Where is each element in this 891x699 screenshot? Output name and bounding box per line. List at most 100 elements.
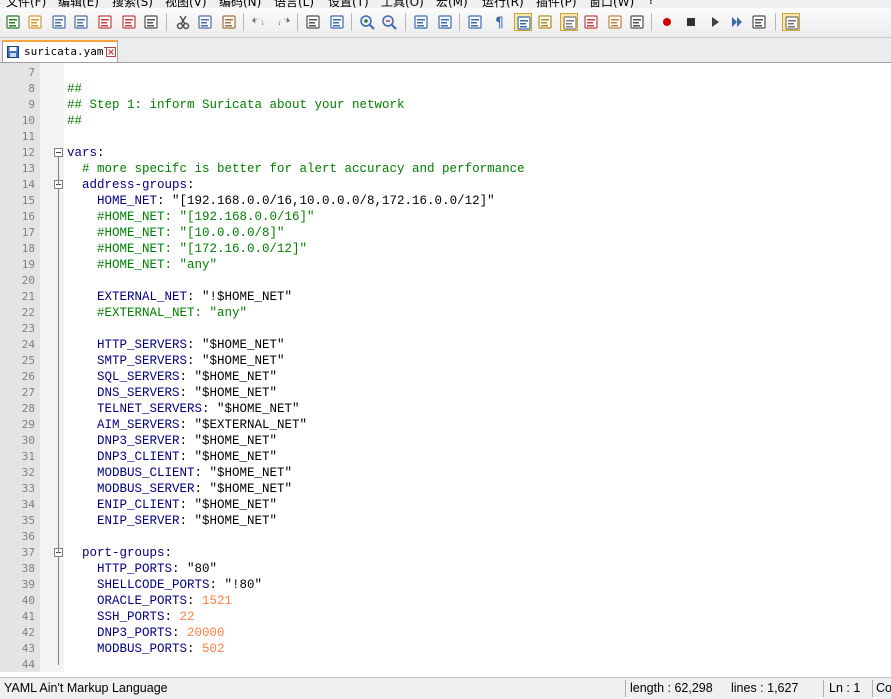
code-token: : "$HOME_NET" [179, 450, 278, 464]
close-all-icon[interactable] [120, 13, 138, 31]
code-line[interactable]: 22 #EXTERNAL_NET: "any" [0, 305, 891, 321]
function-list-icon[interactable] [582, 13, 600, 31]
code-line[interactable]: 29 AIM_SERVERS: "$EXTERNAL_NET" [0, 417, 891, 433]
code-token: ## Step 1: inform Suricata about your ne… [67, 98, 405, 112]
code-line[interactable]: 43 MODBUS_PORTS: 502 [0, 641, 891, 657]
line-code: port-groups: [67, 545, 172, 561]
code-line[interactable]: 34 ENIP_CLIENT: "$HOME_NET" [0, 497, 891, 513]
replace-icon[interactable] [328, 13, 346, 31]
code-line[interactable]: 33 MODBUS_SERVER: "$HOME_NET" [0, 481, 891, 497]
code-line[interactable]: 16 #HOME_NET: "[192.168.0.0/16]" [0, 209, 891, 225]
code-token: #HOME_NET: "[10.0.0.0/8]" [67, 226, 285, 240]
code-line[interactable]: 28 TELNET_SERVERS: "$HOME_NET" [0, 401, 891, 417]
menu-item[interactable]: 工具(O) [381, 0, 424, 8]
code-line[interactable]: 23 [0, 321, 891, 337]
code-line[interactable]: 15 HOME_NET: "[192.168.0.0/16,10.0.0.0/8… [0, 193, 891, 209]
sync-vertical-icon[interactable] [412, 13, 430, 31]
code-line[interactable]: 35 ENIP_SERVER: "$HOME_NET" [0, 513, 891, 529]
editor-pane[interactable]: 7 8 ## 9 ## Step 1: inform Suricata about yo… [0, 63, 891, 672]
code-line[interactable]: 20 [0, 273, 891, 289]
menu-item[interactable]: 搜索(S) [112, 0, 153, 8]
menu-item[interactable]: 编辑(E) [58, 0, 99, 8]
toolbar-separator [405, 13, 406, 31]
stop-record-icon[interactable] [682, 13, 700, 31]
code-line[interactable]: 37 port-groups: [0, 545, 891, 561]
menu-item[interactable]: 插件(P) [536, 0, 577, 8]
paste-icon[interactable] [220, 13, 238, 31]
code-line[interactable]: 11 [0, 129, 891, 145]
code-token: #HOME_NET: "any" [67, 258, 218, 272]
code-line[interactable]: 41 SSH_PORTS: 22 [0, 609, 891, 625]
cut-icon[interactable] [174, 13, 192, 31]
save-macro-icon[interactable] [750, 13, 768, 31]
close-icon[interactable] [96, 13, 114, 31]
close-tab-icon[interactable] [106, 47, 116, 57]
code-line[interactable]: 40 ORACLE_PORTS: 1521 [0, 593, 891, 609]
save-all-icon[interactable] [72, 13, 90, 31]
code-line[interactable]: 25 SMTP_SERVERS: "$HOME_NET" [0, 353, 891, 369]
code-line[interactable]: 30 DNP3_SERVER: "$HOME_NET" [0, 433, 891, 449]
doc-map-icon[interactable] [560, 13, 578, 31]
find-icon[interactable] [304, 13, 322, 31]
menu-item[interactable]: 窗口(W) [589, 0, 634, 8]
menu-item[interactable]: 文件(F) [6, 0, 46, 8]
code-line[interactable]: 31 DNP3_CLIENT: "$HOME_NET" [0, 449, 891, 465]
copy-icon[interactable] [196, 13, 214, 31]
indent-guide-icon[interactable] [514, 13, 532, 31]
undo-icon[interactable] [250, 13, 268, 31]
code-line[interactable]: 10 ## [0, 113, 891, 129]
code-line[interactable]: 27 DNS_SERVERS: "$HOME_NET" [0, 385, 891, 401]
code-line[interactable]: 44 [0, 657, 891, 672]
play-macro-icon[interactable] [706, 13, 724, 31]
code-token: : [187, 594, 203, 608]
menu-item[interactable]: 运行(R) [482, 0, 524, 8]
folder-workspace-icon[interactable] [606, 13, 624, 31]
menu-item[interactable]: 语言(L) [274, 0, 314, 8]
menu-item[interactable]: 编码(N) [219, 0, 261, 8]
code-line[interactable]: 32 MODBUS_CLIENT: "$HOME_NET" [0, 465, 891, 481]
code-token: #EXTERNAL_NET: "any" [67, 306, 248, 320]
fold-toggle-icon[interactable] [54, 148, 63, 157]
code-line[interactable]: 13 # more specifc is better for alert ac… [0, 161, 891, 177]
show-all-chars-icon[interactable]: ¶ [490, 13, 508, 31]
code-line[interactable]: 18 #HOME_NET: "[172.16.0.0/12]" [0, 241, 891, 257]
print-icon[interactable] [142, 13, 160, 31]
code-line[interactable]: 36 [0, 529, 891, 545]
save-icon[interactable] [50, 13, 68, 31]
code-token: DNP3_CLIENT [67, 450, 180, 464]
open-file-icon[interactable] [26, 13, 44, 31]
code-line[interactable]: 7 [0, 65, 891, 81]
sync-horizontal-icon[interactable] [436, 13, 454, 31]
code-line[interactable]: 21 EXTERNAL_NET: "!$HOME_NET" [0, 289, 891, 305]
menu-item[interactable]: 设置(T) [328, 0, 369, 8]
line-code: ## [67, 81, 82, 97]
redo-icon[interactable] [274, 13, 292, 31]
code-line[interactable]: 12 vars: [0, 145, 891, 161]
status-line-number: Ln : 1 [829, 681, 861, 695]
menu-item[interactable]: 视图(V) [165, 0, 207, 8]
code-line[interactable]: 26 SQL_SERVERS: "$HOME_NET" [0, 369, 891, 385]
new-file-icon[interactable] [4, 13, 22, 31]
user-language-icon[interactable] [536, 13, 554, 31]
code-line[interactable]: 17 #HOME_NET: "[10.0.0.0/8]" [0, 225, 891, 241]
menu-item[interactable]: ? [648, 0, 654, 7]
code-line[interactable]: 14 address-groups: [0, 177, 891, 193]
run-multiple-icon[interactable] [728, 13, 746, 31]
word-wrap-icon[interactable] [466, 13, 484, 31]
line-code: SSH_PORTS: 22 [67, 609, 195, 625]
code-line[interactable]: 8 ## [0, 81, 891, 97]
record-macro-icon[interactable] [658, 13, 676, 31]
menu-item[interactable]: 宏(M) [436, 0, 468, 8]
zoom-in-icon[interactable] [358, 13, 376, 31]
code-line[interactable]: 9 ## Step 1: inform Suricata about your n… [0, 97, 891, 113]
monitor-icon[interactable] [628, 13, 646, 31]
code-line[interactable]: 38 HTTP_PORTS: "80" [0, 561, 891, 577]
code-line[interactable]: 39 SHELLCODE_PORTS: "!80" [0, 577, 891, 593]
zoom-out-icon[interactable] [380, 13, 398, 31]
code-line[interactable]: 42 DNP3_PORTS: 20000 [0, 625, 891, 641]
launch-browser-icon[interactable] [782, 13, 800, 31]
line-number: 20 [21, 274, 35, 287]
code-line[interactable]: 24 HTTP_SERVERS: "$HOME_NET" [0, 337, 891, 353]
code-line[interactable]: 19 #HOME_NET: "any" [0, 257, 891, 273]
tab-suricata-yaml[interactable]: suricata.yaml [2, 40, 118, 62]
